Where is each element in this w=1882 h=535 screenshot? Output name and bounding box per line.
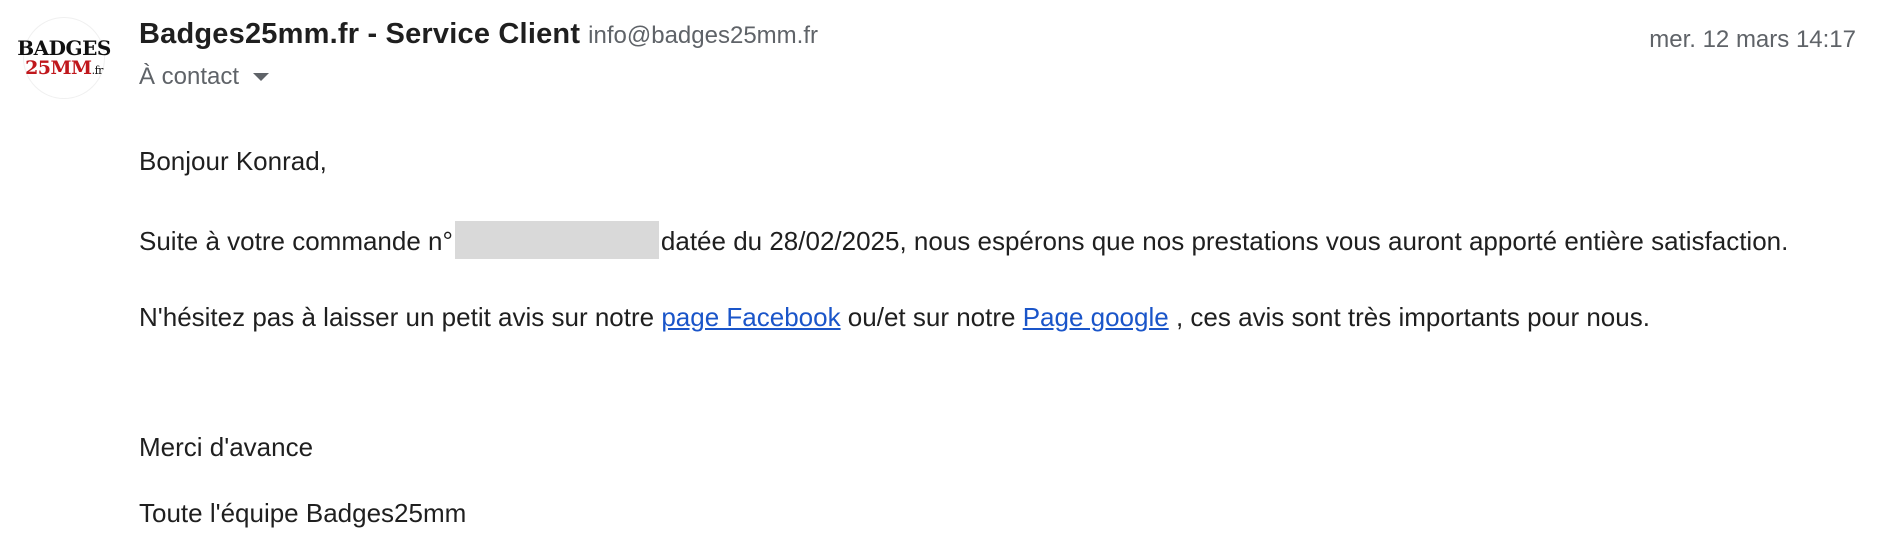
facebook-link[interactable]: page Facebook: [661, 302, 840, 332]
sender-email[interactable]: info@badges25mm.fr: [588, 22, 818, 50]
email-header: Badges25mm.fr - Service Client info@badg…: [139, 18, 1856, 91]
recipient-dropdown[interactable]: À contact: [139, 63, 270, 91]
thanks-text: Merci d'avance: [139, 432, 314, 462]
chevron-down-icon[interactable]: [253, 73, 270, 81]
order-prefix: Suite à votre commande n°: [139, 225, 453, 256]
logo-text-bottom: 25MM.fr: [25, 59, 103, 78]
review-suffix: , ces avis sont très importants pour nou…: [1168, 302, 1650, 332]
google-link[interactable]: Page google: [1023, 302, 1169, 332]
logo-text-top: BADGES: [17, 36, 111, 60]
signature-text: Toute l'équipe Badges25mm: [139, 498, 467, 528]
logo-text-number: 25MM: [25, 57, 92, 79]
review-middle: ou/et sur notre: [840, 302, 1023, 332]
logo-text-tld: .fr: [91, 64, 104, 77]
order-paragraph: Suite à votre commande n° datée du 28/02/…: [139, 221, 1789, 262]
greeting-text: Bonjour Konrad,: [139, 146, 327, 176]
recipient-label: À contact: [139, 63, 240, 90]
sender-line: Badges25mm.fr - Service Client info@badg…: [139, 18, 1856, 51]
sender-name[interactable]: Badges25mm.fr - Service Client: [139, 18, 580, 51]
review-paragraph: N'hésitez pas à laisser un petit avis su…: [139, 302, 1650, 333]
redacted-order-number: [454, 221, 659, 259]
review-prefix: N'hésitez pas à laisser un petit avis su…: [139, 302, 662, 332]
email-date[interactable]: mer. 12 mars 14:17: [1649, 26, 1856, 54]
sender-avatar[interactable]: BADGES 25MM.fr: [17, 18, 111, 98]
order-suffix: datée du 28/02/2025, nous espérons que n…: [660, 225, 1789, 256]
